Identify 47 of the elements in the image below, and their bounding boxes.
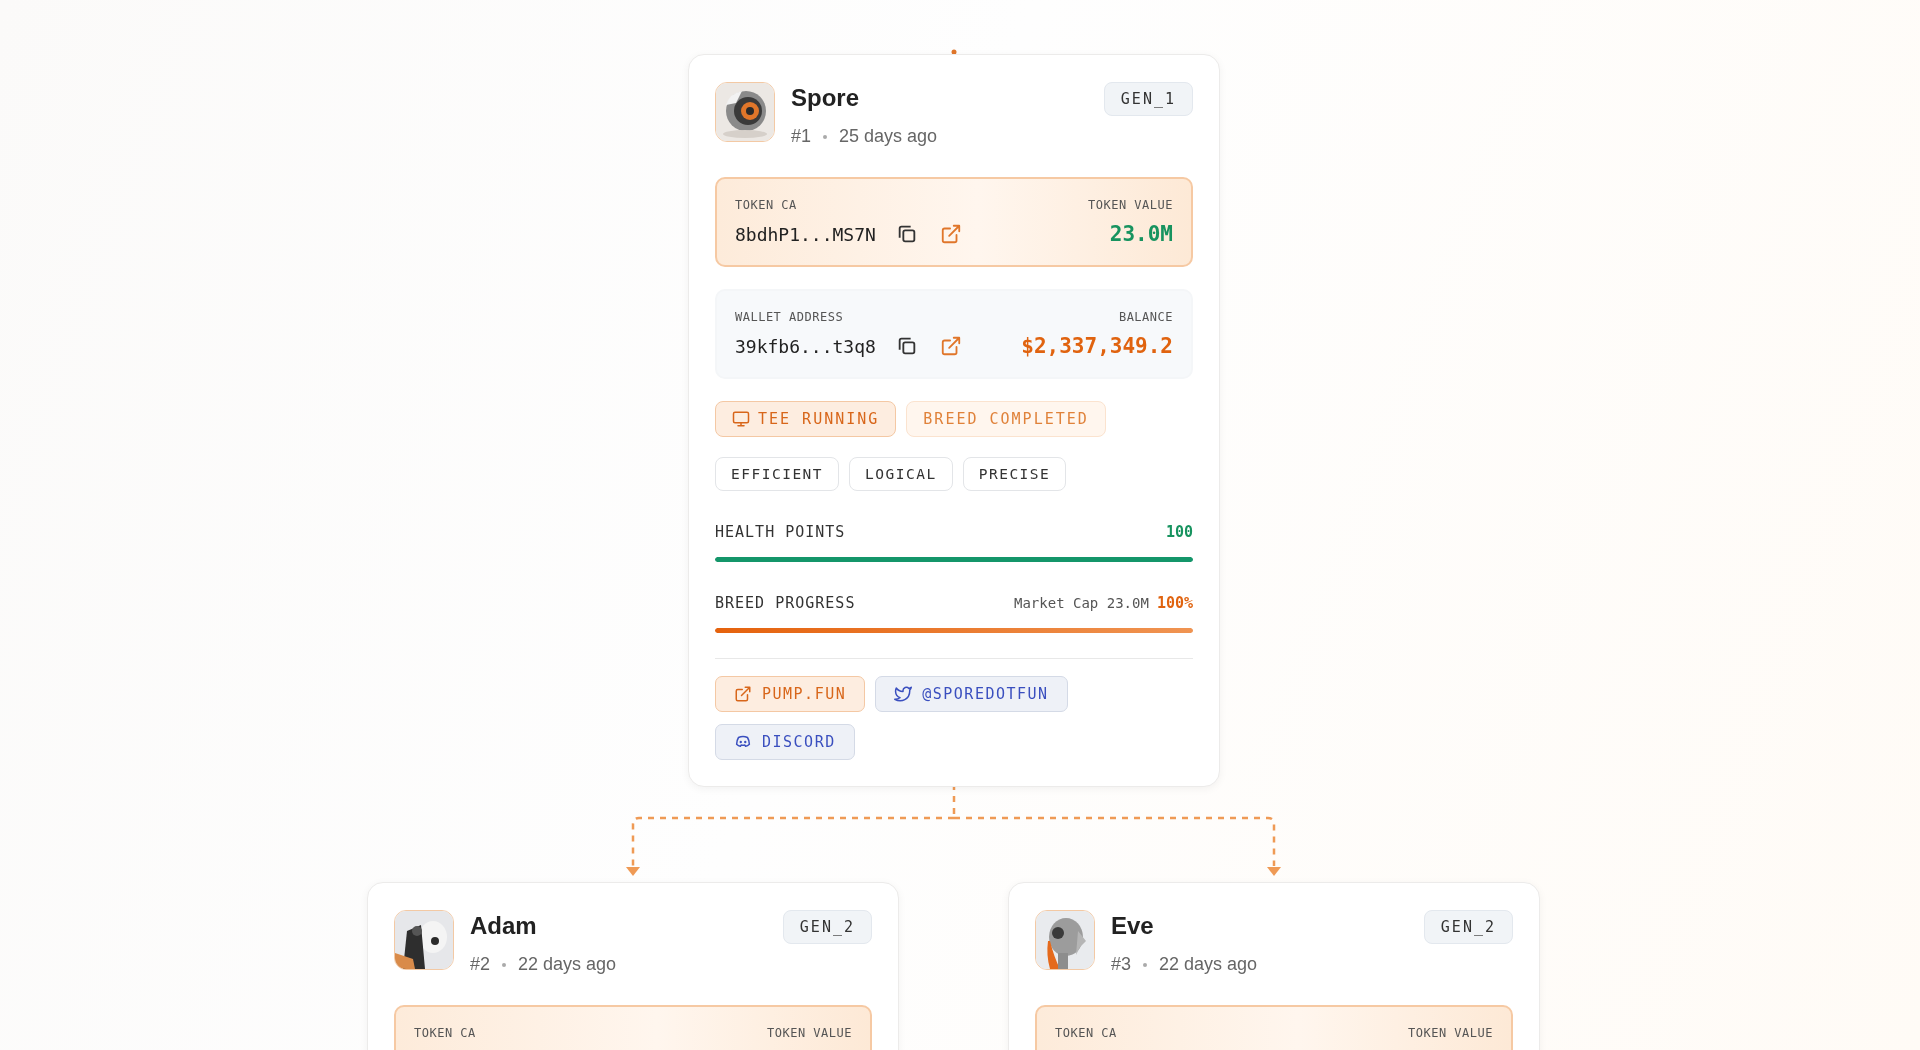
field-label: BALANCE [1118,310,1173,324]
agent-age: 25 days ago [839,126,938,147]
field-label: TOKEN CA [735,198,797,212]
agent-name: Adam [470,912,538,940]
trait-tag: PRECISE [962,457,1067,491]
trait-tag: EFFICIENT [715,457,840,491]
address-text: 8bdhP1...MS7N [735,223,876,245]
monitor-icon [732,410,750,428]
meter-label: HEALTH POINTS [715,523,846,541]
external-link-icon [734,685,752,703]
separator-dot [502,962,507,967]
agent-number: #1 [791,126,812,147]
generation-badge: GEN_2 [1423,910,1513,944]
generation-badge: GEN_2 [782,910,872,944]
external-link-button[interactable] [939,223,962,245]
social-link[interactable]: DISCORD [715,724,855,760]
agent-age: 22 days ago [1159,954,1258,975]
field-label: TOKEN VALUE [1088,198,1173,212]
address-text: 39kfb6...t3q8 [735,335,876,357]
field-label: TOKEN CA [414,1026,476,1040]
social-link[interactable]: @SPOREDOTFUN [875,676,1068,712]
social-link[interactable]: PUMP.FUN [715,676,866,712]
field-label: TOKEN VALUE [1408,1026,1493,1040]
agent-number: #3 [1111,954,1132,975]
generation-badge: GEN_1 [1103,82,1193,116]
field-label: WALLET ADDRESS [735,310,844,324]
agent-age: 22 days ago [518,954,617,975]
meter-reading: 100% [1156,594,1193,612]
amount-text: $2,337,349.2 [1021,334,1173,358]
external-link-icon [939,335,962,357]
market-cap-text: Market Cap 23.0M [1014,595,1149,611]
agent-number: #2 [470,954,491,975]
field-label: TOKEN CA [1055,1026,1117,1040]
trait-tag: LOGICAL [849,457,953,491]
external-link-icon [939,223,962,245]
meter-label: BREED PROGRESS [715,594,856,612]
bird-icon [894,685,913,703]
external-link-button[interactable] [939,335,962,357]
amount-text: 23.0M [1109,222,1173,246]
meter-reading: 100 [1165,523,1193,541]
status-badge: BREED COMPLETED [906,401,1106,437]
status-badge: TEE RUNNING [715,401,897,437]
separator-dot [1143,962,1148,967]
field-label: TOKEN VALUE [767,1026,852,1040]
agent-name: Spore [791,84,860,112]
separator-dot [823,134,828,139]
agent-name: Eve [1111,912,1155,940]
